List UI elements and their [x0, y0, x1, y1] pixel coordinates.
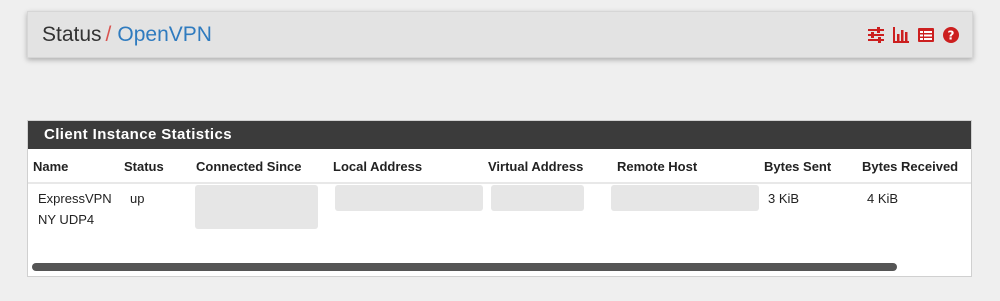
svg-text:?: ?	[948, 29, 955, 43]
toolbar-icons: ?	[867, 26, 960, 44]
column-header-local-address: Local Address	[333, 159, 423, 174]
cell-status: up	[130, 191, 145, 206]
column-header-remote-host: Remote Host	[617, 159, 698, 174]
breadcrumb: Status / OpenVPN ?	[27, 11, 973, 58]
redacted-connected-since	[195, 185, 318, 229]
settings-sliders-icon[interactable]	[867, 26, 885, 44]
cell-name-line1: ExpressVPN	[38, 191, 112, 206]
column-header-bytes-sent: Bytes Sent	[764, 159, 832, 174]
cell-name-line2: NY UDP4	[38, 212, 95, 227]
cell-bytes-sent: 3 KiB	[768, 191, 800, 206]
breadcrumb-openvpn[interactable]: OpenVPN	[117, 23, 212, 47]
breadcrumb-separator: /	[105, 22, 112, 46]
redacted-local-address	[335, 185, 483, 211]
breadcrumb-status[interactable]: Status	[42, 23, 102, 47]
header-divider	[28, 182, 971, 184]
column-header-name: Name	[33, 159, 69, 174]
redacted-virtual-address	[491, 185, 584, 211]
horizontal-scrollbar[interactable]	[32, 263, 897, 271]
list-table-icon[interactable]	[917, 26, 935, 44]
redacted-remote-host	[611, 185, 759, 211]
client-instance-statistics-panel: Client Instance Statistics Name Status C…	[27, 120, 972, 277]
column-header-status: Status	[124, 159, 164, 174]
help-icon[interactable]: ?	[942, 26, 960, 44]
cell-bytes-received: 4 KiB	[867, 191, 899, 206]
panel-title: Client Instance Statistics	[28, 121, 971, 149]
column-header-bytes-received: Bytes Received	[862, 159, 959, 174]
bar-chart-icon[interactable]	[892, 26, 910, 44]
column-header-virtual-address: Virtual Address	[488, 159, 584, 174]
column-header-connected-since: Connected Since	[196, 159, 302, 174]
